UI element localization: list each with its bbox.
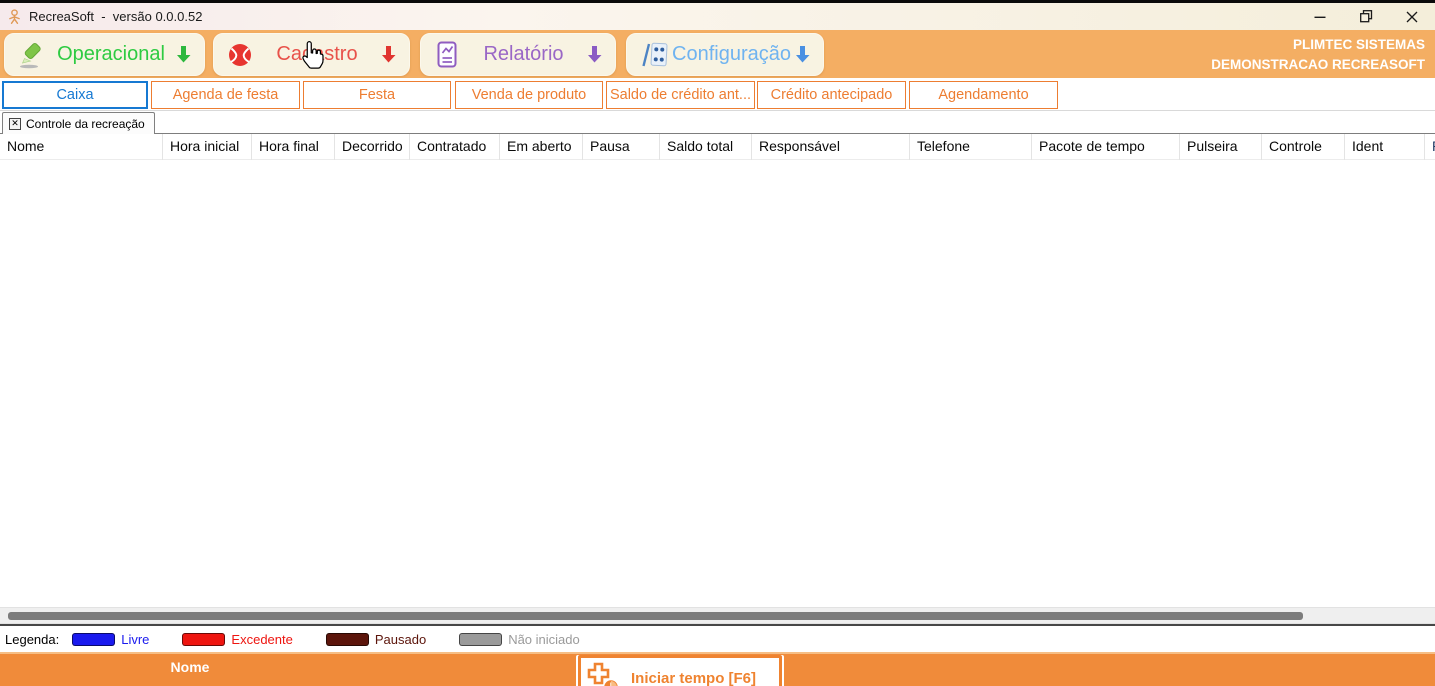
legend-swatch-livre (72, 632, 116, 646)
grid-header-row: Nome Hora inicial Hora final Decorrido C… (0, 134, 1435, 160)
col-saldo-total[interactable]: Saldo total (660, 134, 752, 160)
legend-item-livre: Livre (72, 632, 149, 647)
legend-swatch-excedente (182, 632, 226, 646)
domino-icon (642, 42, 668, 66)
quick-tab-row: Caixa Agenda de festa Festa Venda de pro… (0, 78, 1435, 111)
tab-credito-antecipado[interactable]: Crédito antecipado (757, 81, 906, 109)
highlighter-icon (20, 42, 41, 68)
col-telefone[interactable]: Telefone (910, 134, 1032, 160)
col-ident[interactable]: Ident (1345, 134, 1425, 160)
legend-label-nao-iniciado: Não iniciado (508, 631, 580, 647)
legend-label-pausado: Pausado (374, 631, 427, 647)
app-window: RecreaSoft - versão 0.0.0.52 Operacional… (0, 0, 1435, 686)
col-pulseira[interactable]: Pulseira (1180, 134, 1262, 160)
tennis-ball-icon (229, 43, 251, 66)
menu-operacional-label: Operacional (57, 43, 165, 65)
tab-agendamento[interactable]: Agendamento (909, 81, 1058, 109)
add-time-clock-icon (587, 662, 620, 686)
menu-configuracao-label: Configuração (672, 43, 791, 65)
restore-icon (1359, 10, 1372, 23)
tab-venda-de-produto[interactable]: Venda de produto (455, 81, 603, 109)
legend-item-excedente: Excedente (182, 631, 293, 647)
legend-swatch-pausado (325, 632, 369, 646)
mouse-hand-cursor (302, 41, 324, 69)
brand-text: PLIMTEC SISTEMAS DEMONSTRACAO RECREASOFT (1211, 35, 1425, 75)
legend-label-excedente: Excedente (231, 631, 293, 647)
col-pacote-de-tempo[interactable]: Pacote de tempo (1032, 134, 1180, 160)
report-chart-icon (437, 41, 457, 67)
col-p-truncated[interactable]: P (1425, 134, 1435, 160)
window-title: RecreaSoft - versão 0.0.0.52 (29, 9, 203, 24)
menu-operacional[interactable]: Operacional (4, 33, 205, 76)
iniciar-tempo-button[interactable]: Iniciar tempo [F6] (578, 655, 782, 686)
gingerbread-app-icon (9, 9, 20, 24)
minimize-button[interactable] (1297, 3, 1343, 30)
menu-relatorio-label: Relatório (483, 43, 564, 65)
main-toolbar: Operacional Cadastro Relatóri (0, 30, 1435, 78)
dropdown-arrow-icon (177, 46, 191, 63)
page-tab-controle-da-recreacao[interactable]: ✕ Controle da recreação (2, 112, 155, 134)
menu-configuracao[interactable]: Configuração (626, 33, 824, 76)
legend-title: Legenda: (5, 631, 60, 647)
col-decorrido[interactable]: Decorrido (335, 134, 410, 160)
dropdown-arrow-icon (588, 46, 602, 63)
col-responsavel[interactable]: Responsável (752, 134, 910, 160)
col-nome[interactable]: Nome (0, 134, 163, 160)
title-bar: RecreaSoft - versão 0.0.0.52 (0, 3, 1435, 30)
col-pausa[interactable]: Pausa (583, 134, 660, 160)
tab-festa[interactable]: Festa (303, 81, 451, 109)
close-icon (1406, 11, 1418, 22)
legend-item-pausado: Pausado (325, 631, 427, 647)
col-em-aberto[interactable]: Em aberto (500, 134, 583, 160)
legend-bar: Legenda: Livre Excedente Pausado Não ini… (0, 626, 1435, 652)
close-button[interactable] (1389, 3, 1435, 30)
col-hora-inicial[interactable]: Hora inicial (163, 134, 252, 160)
legend-label-livre: Livre (121, 631, 150, 647)
legend-item-nao-iniciado: Não iniciado (459, 632, 580, 647)
tab-agenda-de-festa[interactable]: Agenda de festa (151, 81, 300, 109)
tab-caixa[interactable]: Caixa (2, 81, 148, 109)
iniciar-tempo-label: Iniciar tempo [F6] (631, 670, 757, 686)
grid-body-empty[interactable] (0, 160, 1435, 607)
horizontal-scrollbar[interactable] (0, 607, 1435, 624)
restore-button[interactable] (1343, 3, 1389, 30)
dropdown-arrow-icon (796, 46, 810, 63)
col-hora-final[interactable]: Hora final (252, 134, 335, 160)
brand-line2: DEMONSTRACAO RECREASOFT (1211, 57, 1425, 72)
bottom-nome-header: Nome (170, 659, 210, 675)
scrollbar-thumb[interactable] (8, 612, 1303, 620)
minimize-icon (1314, 16, 1326, 18)
window-controls (1297, 3, 1435, 30)
page-tab-label: Controle da recreação (26, 116, 145, 131)
tab-saldo-de-credito[interactable]: Saldo de crédito ant... (606, 81, 755, 109)
tab-close-icon[interactable]: ✕ (9, 117, 21, 130)
brand-line1: PLIMTEC SISTEMAS (1292, 37, 1425, 52)
col-contratado[interactable]: Contratado (410, 134, 500, 160)
legend-swatch-nao-iniciado (459, 632, 503, 646)
dropdown-arrow-icon (382, 46, 396, 63)
col-controle[interactable]: Controle (1262, 134, 1345, 160)
menu-relatorio[interactable]: Relatório (420, 33, 616, 76)
